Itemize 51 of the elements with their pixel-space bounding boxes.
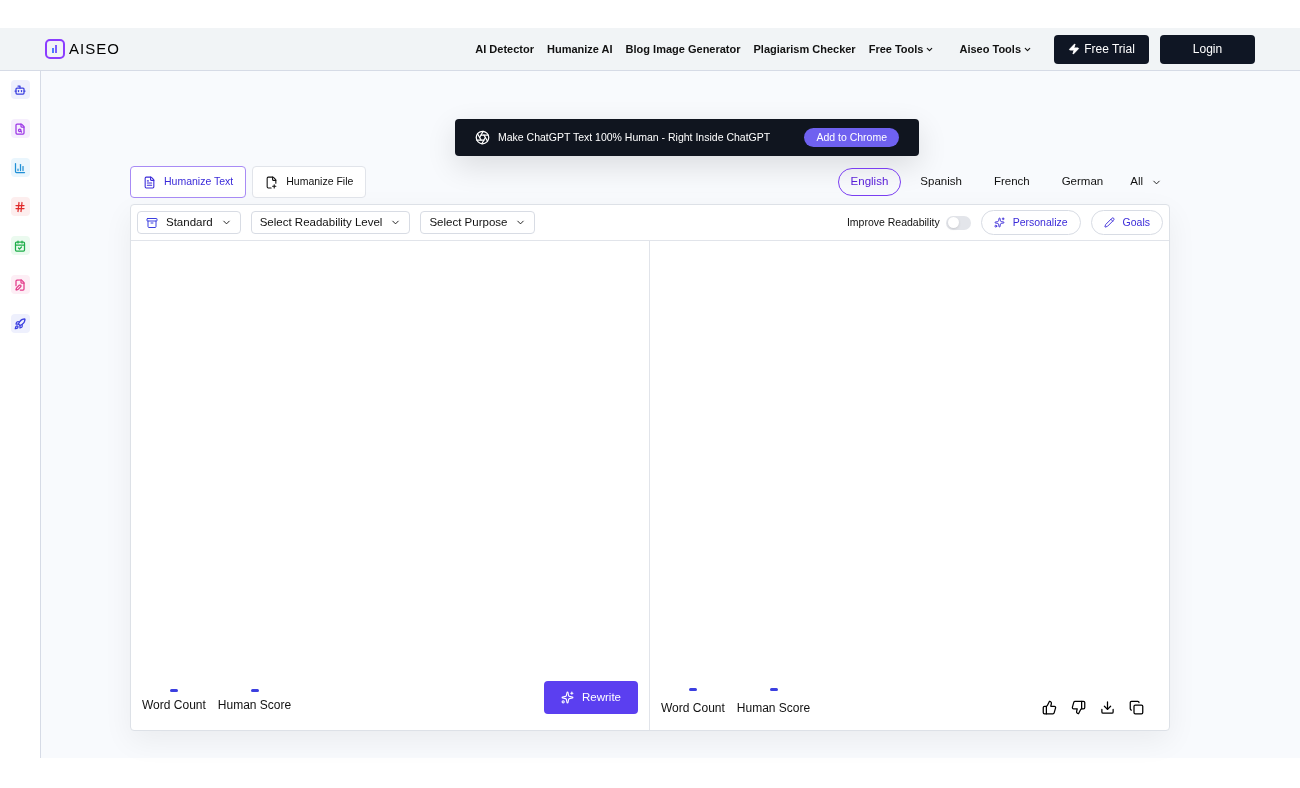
login-button[interactable]: Login <box>1160 34 1255 64</box>
stat-label: Word Count <box>142 697 206 714</box>
select-dropdown[interactable]: Select Readability Level <box>250 211 411 234</box>
calendar-icon[interactable] <box>10 236 30 255</box>
loading-bar <box>169 689 178 692</box>
mode-tab[interactable]: Humanize File <box>252 166 367 198</box>
input-text-area[interactable]: Word Count Human Score Rewrite <box>131 241 650 730</box>
language-tab[interactable]: French <box>980 168 1043 196</box>
document-icon <box>143 175 156 189</box>
nav-link[interactable]: Humanize AI <box>547 40 613 58</box>
stat-label: Human Score <box>217 697 292 714</box>
logo-text: AISEO <box>69 38 120 59</box>
copy-icon[interactable] <box>1129 700 1144 715</box>
nav-link[interactable]: Blog Image Generator <box>625 40 741 58</box>
nav-link[interactable]: Plagiarism Checker <box>753 40 856 58</box>
sparkle-icon <box>993 217 1005 228</box>
language-dropdown[interactable]: All <box>1122 168 1170 196</box>
thumbs-up-icon[interactable] <box>1042 700 1057 715</box>
loading-bar <box>688 688 697 691</box>
box-icon <box>146 216 158 229</box>
mode-tab[interactable]: Humanize Text <box>130 166 247 198</box>
select-dropdown[interactable]: Select Purpose <box>420 211 536 234</box>
document-search-icon[interactable] <box>10 119 30 138</box>
hash-icon[interactable] <box>10 197 30 216</box>
rewrite-button[interactable]: Rewrite <box>544 681 638 714</box>
toggle-switch[interactable] <box>945 215 971 230</box>
rocket-icon[interactable] <box>10 314 30 333</box>
loading-bar <box>250 689 259 692</box>
select-dropdown[interactable]: Standard <box>137 211 241 234</box>
thumbs-down-icon[interactable] <box>1071 700 1086 715</box>
language-tab[interactable]: German <box>1048 168 1117 196</box>
nav-menu[interactable]: Free Tools <box>868 40 935 58</box>
free-trial-button[interactable]: Free Trial <box>1054 34 1149 64</box>
banner-text: Make ChatGPT Text 100% Human - Right Inside ChatGPT <box>498 129 771 145</box>
loading-bar <box>769 688 778 691</box>
bar-chart-icon[interactable] <box>10 158 30 177</box>
robot-icon[interactable] <box>10 80 30 99</box>
stat-label: Word Count <box>661 700 725 717</box>
nav-link[interactable]: AI Detector <box>475 40 534 58</box>
improve-readability-label: Improve Readability <box>846 214 940 230</box>
logo-icon <box>45 39 65 59</box>
language-tab[interactable]: Spanish <box>907 168 975 196</box>
lightning-icon <box>1068 43 1081 55</box>
file-add-icon <box>265 175 279 189</box>
add-to-chrome-button[interactable]: Add to Chrome <box>804 128 899 147</box>
stat-label: Human Score <box>736 700 811 717</box>
pencil-icon <box>1103 217 1115 228</box>
nav-menu[interactable]: Aiseo Tools <box>959 40 1032 58</box>
sparkle-icon <box>561 691 574 704</box>
download-icon[interactable] <box>1100 700 1115 715</box>
document-edit-icon[interactable] <box>10 275 30 294</box>
